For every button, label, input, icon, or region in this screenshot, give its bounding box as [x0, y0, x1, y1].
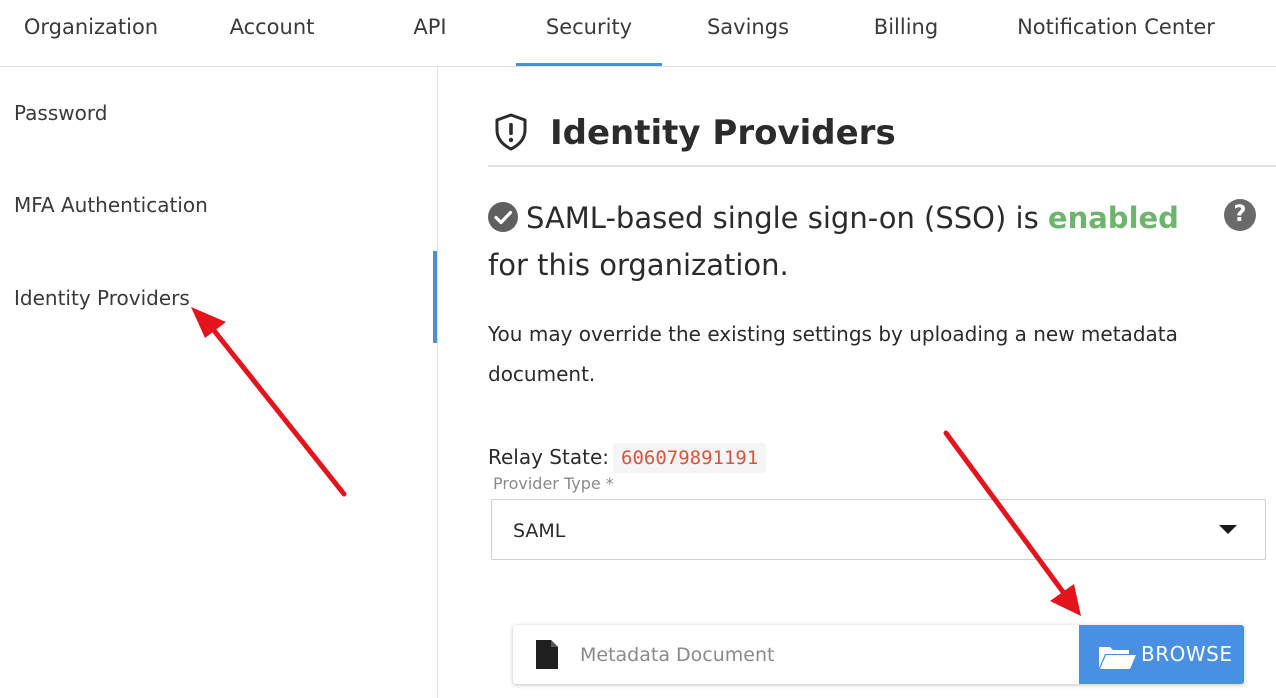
- shield-alert-icon: [495, 113, 527, 151]
- provider-type-value: SAML: [513, 520, 566, 542]
- file-icon: [536, 640, 558, 669]
- sidebar-item-identity-providers[interactable]: Identity Providers: [14, 286, 190, 310]
- tab-billing[interactable]: Billing: [864, 0, 948, 66]
- tab-api[interactable]: API: [394, 0, 466, 66]
- relay-state-value: 606079891191: [613, 443, 767, 473]
- sidebar-item-password[interactable]: Password: [14, 101, 107, 125]
- override-description: You may override the existing settings b…: [488, 322, 1178, 386]
- sso-status-message: SAML-based single sign-on (SSO) is enabl…: [488, 195, 1208, 289]
- tab-savings[interactable]: Savings: [700, 0, 796, 66]
- provider-type-label: Provider Type *: [493, 474, 614, 493]
- browse-label: BROWSE: [1141, 642, 1233, 666]
- sso-enabled-badge: enabled: [1047, 201, 1179, 235]
- provider-type-select[interactable]: SAML: [491, 499, 1266, 560]
- identity-providers-panel: Identity Providers SAML-based single sig…: [488, 67, 1276, 698]
- open-folder-icon: [1099, 647, 1136, 669]
- relay-state: Relay State: 606079891191: [488, 443, 767, 473]
- caret-down-icon: [1219, 525, 1237, 534]
- page-heading: Identity Providers: [488, 105, 1276, 167]
- tab-notification-center[interactable]: Notification Center: [1012, 0, 1220, 66]
- sidebar-item-mfa-authentication[interactable]: MFA Authentication: [14, 193, 208, 217]
- tab-organization[interactable]: Organization: [12, 0, 170, 66]
- check-circle-icon: [488, 202, 518, 232]
- browse-button[interactable]: BROWSE: [1079, 625, 1244, 684]
- sidebar-active-indicator: [433, 251, 437, 343]
- page-title: Identity Providers: [550, 113, 896, 153]
- sso-status-suffix: for this organization.: [488, 248, 789, 282]
- tab-account[interactable]: Account: [210, 0, 334, 66]
- metadata-upload-field[interactable]: Metadata Document BROWSE: [513, 625, 1244, 684]
- tab-security[interactable]: Security: [516, 0, 662, 66]
- metadata-document-placeholder: Metadata Document: [580, 644, 775, 666]
- top-tab-bar: Organization Account API Security Saving…: [0, 0, 1276, 67]
- relay-state-label: Relay State:: [488, 445, 609, 469]
- sso-status-prefix: SAML-based single sign-on (SSO) is: [526, 201, 1048, 235]
- security-sidebar: Password MFA Authentication Identity Pro…: [0, 67, 438, 698]
- help-icon[interactable]: ?: [1224, 199, 1256, 231]
